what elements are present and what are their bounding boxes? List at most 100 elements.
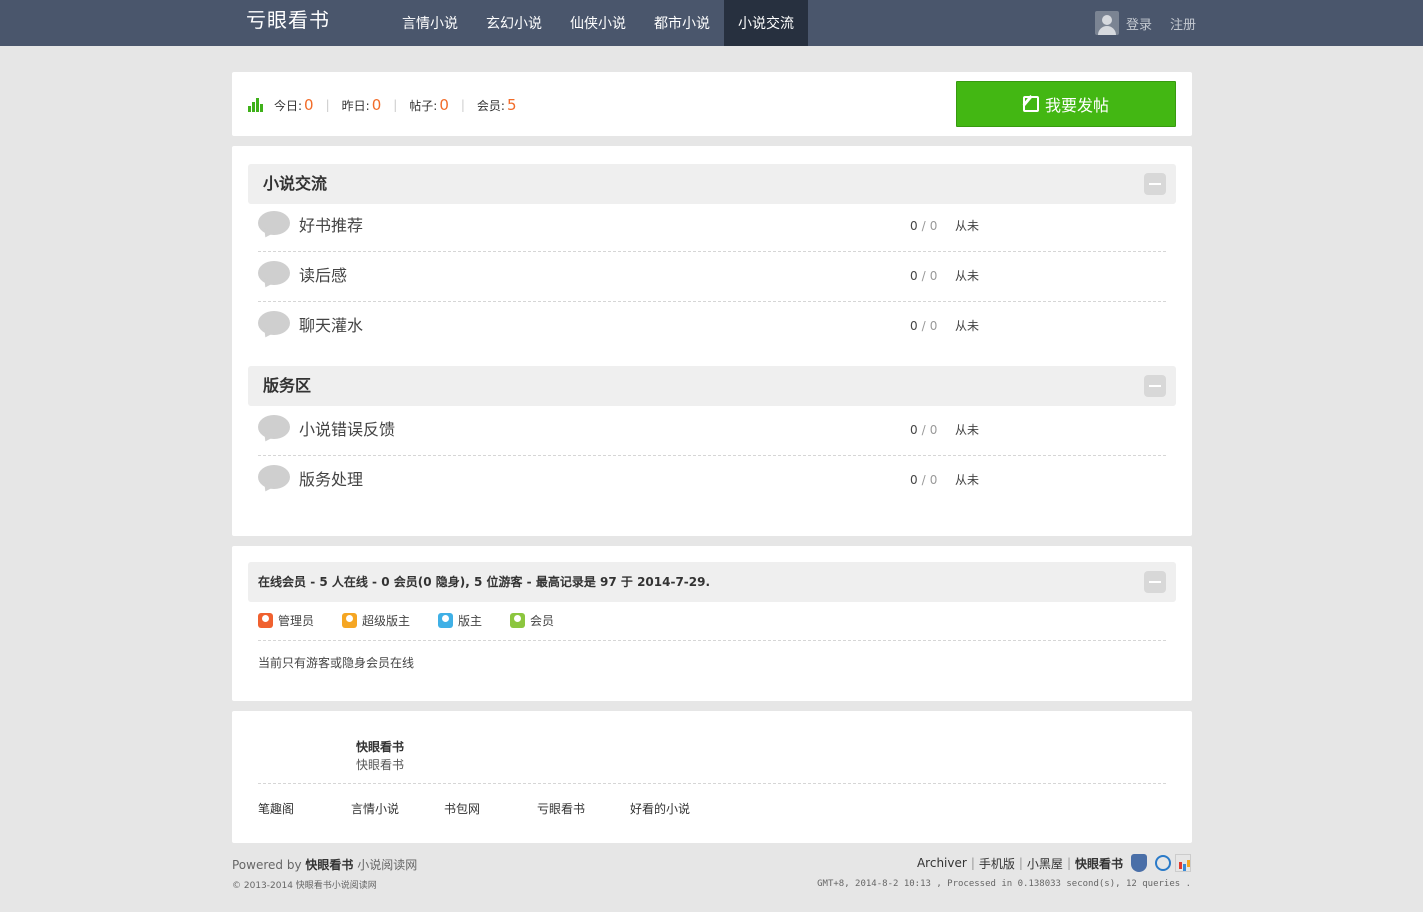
site-name[interactable]: 快眼看书 — [356, 738, 404, 755]
divider: | — [325, 98, 330, 112]
section-header: 小说交流 — [248, 164, 1176, 204]
new-post-button[interactable]: 我要发帖 — [956, 81, 1176, 127]
friend-link[interactable]: 笔趣阁 — [258, 800, 351, 817]
site-footer-link[interactable]: 快眼看书 — [1075, 855, 1123, 872]
posts-label: 帖子: — [409, 98, 438, 113]
last-post: 从未 — [955, 473, 980, 487]
legend-admin: 管理员 — [258, 612, 314, 629]
last-post: 从未 — [955, 423, 980, 437]
forum-row: 版务处理 0/0 从未 — [258, 455, 1166, 505]
friend-link[interactable]: 言情小说 — [351, 800, 444, 817]
footer-links: Archiver | 手机版 | 小黑屋 | 快眼看书 — [917, 854, 1191, 872]
forum-counts: 0/0 — [910, 319, 938, 333]
forum-link[interactable]: 聊天灌水 — [299, 301, 363, 351]
last-post: 从未 — [955, 319, 980, 333]
online-note: 当前只有游客或隐身会员在线 — [258, 656, 415, 670]
chat-bubble-icon — [258, 261, 290, 290]
posts-count: 0 — [439, 96, 449, 114]
nav-romance[interactable]: 言情小说 — [388, 0, 472, 46]
blacklist-link[interactable]: 小黑屋 — [1027, 855, 1063, 872]
forum-counts: 0/0 — [910, 423, 938, 437]
yesterday-label: 昨日: — [341, 98, 370, 113]
nav-xianxia[interactable]: 仙侠小说 — [556, 0, 640, 46]
section-header: 版务区 — [248, 366, 1176, 406]
nav-forum[interactable]: 小说交流 — [724, 0, 808, 46]
online-panel: 在线会员 - 5 人在线 - 0 会员(0 隐身), 5 位游客 - 最高记录是… — [232, 546, 1192, 701]
forum-row: 小说错误反馈 0/0 从未 — [258, 405, 1166, 456]
divider: | — [460, 98, 465, 112]
today-label: 今日: — [274, 98, 303, 113]
online-summary: - 5 人在线 - 0 会员(0 隐身), 5 位游客 - 最高记录是 97 于… — [306, 575, 711, 589]
user-area: 登录 注册 — [1095, 10, 1196, 36]
forum-row: 读后感 0/0 从未 — [258, 251, 1166, 302]
forum-link[interactable]: 小说错误反馈 — [299, 405, 395, 455]
divider — [258, 783, 1166, 784]
collapse-icon[interactable] — [1144, 375, 1166, 397]
last-post: 从未 — [955, 219, 980, 233]
chat-bubble-icon — [258, 415, 290, 444]
login-link[interactable]: 登录 — [1126, 14, 1152, 33]
main-nav: 言情小说 玄幻小说 仙侠小说 都市小说 小说交流 — [388, 0, 808, 46]
admin-user-icon — [258, 613, 273, 628]
forum-counts: 0/0 — [910, 269, 938, 283]
forum-counts: 0/0 — [910, 473, 938, 487]
legend-super-mod: 超级版主 — [342, 612, 410, 629]
stats-badge-icon[interactable] — [1175, 854, 1191, 872]
forum-row: 聊天灌水 0/0 从未 — [258, 301, 1166, 351]
super-mod-user-icon — [342, 613, 358, 628]
chat-bubble-icon — [258, 311, 290, 340]
friend-link[interactable]: 亏眼看书 — [537, 800, 630, 817]
online-title-label: 在线会员 — [258, 575, 307, 589]
yesterday-count: 0 — [371, 96, 382, 114]
stats-panel: 今日: 0 | 昨日: 0 | 帖子: 0 | 会员: 5 我要发帖 — [232, 72, 1192, 136]
section-title: 版务区 — [263, 376, 312, 395]
new-post-label: 我要发帖 — [1044, 96, 1109, 115]
archiver-link[interactable]: Archiver — [917, 856, 967, 870]
nav-urban[interactable]: 都市小说 — [640, 0, 724, 46]
today-count: 0 — [304, 96, 314, 114]
forum-row: 好书推荐 0/0 从未 — [258, 201, 1166, 252]
forum-link[interactable]: 好书推荐 — [299, 201, 363, 251]
bar-chart-icon — [248, 98, 264, 112]
divider: | — [393, 98, 398, 112]
collapse-icon[interactable] — [1144, 571, 1166, 593]
powered-by-link[interactable]: 快眼看书 — [305, 858, 353, 872]
legend-mod: 版主 — [438, 612, 482, 629]
friend-links-panel: 快眼看书 快眼看书 笔趣阁 言情小说 书包网 亏眼看书 好看的小说 — [232, 711, 1192, 843]
processing-stats: GMT+8, 2014-8-2 10:13 , Processed in 0.1… — [817, 879, 1191, 889]
register-link[interactable]: 注册 — [1170, 14, 1196, 33]
top-navbar: 亏眼看书 言情小说 玄幻小说 仙侠小说 都市小说 小说交流 登录 注册 — [0, 0, 1423, 46]
friend-link[interactable]: 书包网 — [444, 800, 537, 817]
site-subtitle: 快眼看书 — [356, 758, 405, 772]
mod-user-icon — [438, 613, 454, 628]
copyright: © 2013-2014 快眼看书小说阅读网 — [232, 881, 377, 891]
online-legend: 管理员 超级版主 版主 会员 — [258, 612, 582, 629]
last-post: 从未 — [955, 269, 980, 283]
members-count: 5 — [506, 96, 517, 114]
forum-link[interactable]: 读后感 — [299, 251, 347, 301]
chat-bubble-icon — [258, 211, 290, 240]
forum-link[interactable]: 版务处理 — [299, 455, 363, 505]
nav-fantasy[interactable]: 玄幻小说 — [472, 0, 556, 46]
legend-member: 会员 — [510, 612, 554, 629]
friend-link[interactable]: 好看的小说 — [630, 800, 723, 817]
friend-links: 笔趣阁 言情小说 书包网 亏眼看书 好看的小说 — [258, 800, 723, 817]
stats-row: 今日: 0 | 昨日: 0 | 帖子: 0 | 会员: 5 — [248, 96, 517, 114]
member-user-icon — [510, 613, 526, 628]
chat-bubble-icon — [258, 465, 290, 494]
forums-panel: 小说交流 好书推荐 0/0 从未 读后感 0/0 从未 聊天灌水 0/0 从未 … — [232, 146, 1192, 536]
certification-icon[interactable] — [1155, 855, 1171, 871]
security-shield-icon[interactable] — [1131, 854, 1147, 872]
divider — [258, 640, 1166, 641]
mobile-link[interactable]: 手机版 — [979, 855, 1015, 872]
collapse-icon[interactable] — [1144, 173, 1166, 195]
site-logo[interactable]: 亏眼看书 — [246, 7, 330, 37]
user-avatar-icon[interactable] — [1095, 11, 1119, 35]
online-header: 在线会员 - 5 人在线 - 0 会员(0 隐身), 5 位游客 - 最高记录是… — [248, 562, 1176, 602]
section-title: 小说交流 — [263, 174, 328, 193]
online-title: 在线会员 - 5 人在线 - 0 会员(0 隐身), 5 位游客 - 最高记录是… — [258, 562, 710, 602]
members-label: 会员: — [476, 98, 505, 113]
powered-by: Powered by 快眼看书 小说阅读网 — [232, 858, 418, 872]
forum-counts: 0/0 — [910, 219, 938, 233]
edit-icon — [1022, 96, 1039, 112]
